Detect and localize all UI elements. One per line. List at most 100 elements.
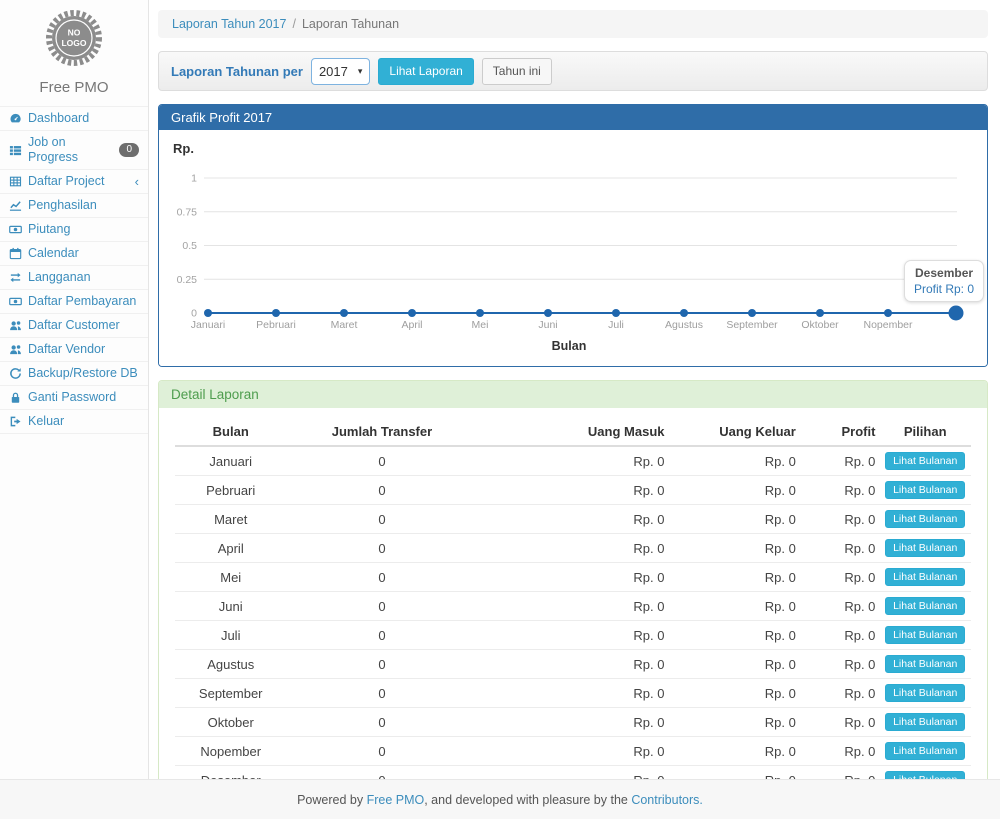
tooltip-month: Desember: [914, 266, 974, 280]
sidebar-item-daftar-pembayaran[interactable]: Daftar Pembayaran: [0, 290, 148, 314]
cell-bulan: Agustus: [175, 650, 286, 679]
chevron-down-icon: ▾: [358, 66, 363, 77]
year-select[interactable]: 2017 ▾: [311, 58, 370, 85]
logo: NO LOGO Free PMO: [0, 0, 148, 96]
this-year-button[interactable]: Tahun ini: [482, 58, 552, 85]
view-monthly-button[interactable]: Lihat Bulanan: [885, 626, 965, 644]
cell-uang-keluar: Rp. 0: [669, 679, 800, 708]
cell-uang-keluar: Rp. 0: [669, 737, 800, 766]
view-monthly-button[interactable]: Lihat Bulanan: [885, 539, 965, 557]
cell-uang-keluar: Rp. 0: [669, 534, 800, 563]
svg-text:0.25: 0.25: [177, 274, 198, 286]
cell-jumlah-transfer: 0: [286, 679, 477, 708]
sign-out-icon: [9, 415, 22, 428]
breadcrumb-link[interactable]: Laporan Tahun 2017: [172, 17, 286, 31]
cell-jumlah-transfer: 0: [286, 650, 477, 679]
cell-uang-keluar: Rp. 0: [669, 476, 800, 505]
main-content: Laporan Tahun 2017/Laporan Tahunan Lapor…: [150, 0, 1000, 819]
table-header-row: Bulan Jumlah Transfer Uang Masuk Uang Ke…: [175, 418, 971, 446]
dashboard-icon: [9, 112, 22, 125]
profit-chart-panel: Grafik Profit 2017 00.250.50.751JanuariP…: [158, 104, 988, 367]
brand-name: Free PMO: [0, 79, 148, 96]
sidebar-item-daftar-customer[interactable]: Daftar Customer: [0, 314, 148, 338]
view-monthly-button[interactable]: Lihat Bulanan: [885, 452, 965, 470]
sidebar-item-label: Dashboard: [28, 111, 89, 126]
filter-label: Laporan Tahunan per: [171, 64, 303, 79]
report-filter-bar: Laporan Tahunan per 2017 ▾ Lihat Laporan…: [158, 51, 988, 91]
sidebar-item-label: Calendar: [28, 246, 79, 261]
cell-uang-keluar: Rp. 0: [669, 708, 800, 737]
col-bulan: Bulan: [175, 418, 286, 446]
sidebar-item-backup-restore-db[interactable]: Backup/Restore DB: [0, 362, 148, 386]
table-row: Maret0Rp. 0Rp. 0Rp. 0Lihat Bulanan: [175, 505, 971, 534]
view-monthly-button[interactable]: Lihat Bulanan: [885, 568, 965, 586]
sidebar-item-label: Ganti Password: [28, 390, 116, 405]
breadcrumb: Laporan Tahun 2017/Laporan Tahunan: [158, 10, 988, 38]
sidebar-item-label: Keluar: [28, 414, 64, 429]
svg-text:Januari: Januari: [191, 319, 225, 331]
view-monthly-button[interactable]: Lihat Bulanan: [885, 510, 965, 528]
cell-uang-keluar: Rp. 0: [669, 621, 800, 650]
svg-text:1: 1: [191, 173, 197, 185]
view-monthly-button[interactable]: Lihat Bulanan: [885, 713, 965, 731]
view-report-button[interactable]: Lihat Laporan: [378, 58, 473, 85]
cell-jumlah-transfer: 0: [286, 534, 477, 563]
view-monthly-button[interactable]: Lihat Bulanan: [885, 742, 965, 760]
free-pmo-link[interactable]: Free PMO: [367, 793, 425, 807]
svg-text:Juni: Juni: [538, 319, 557, 331]
view-monthly-button[interactable]: Lihat Bulanan: [885, 655, 965, 673]
sidebar-item-ganti-password[interactable]: Ganti Password: [0, 386, 148, 410]
chart-line-icon: [9, 199, 22, 212]
col-uang-masuk: Uang Masuk: [477, 418, 668, 446]
list-icon: [9, 144, 22, 157]
money-icon: [9, 223, 22, 236]
contributors-link[interactable]: Contributors.: [631, 793, 703, 807]
cell-uang-masuk: Rp. 0: [477, 650, 668, 679]
profit-line-chart: 00.250.50.751JanuariPebruariMaretAprilMe…: [159, 130, 987, 366]
svg-text:Rp.: Rp.: [173, 141, 194, 156]
svg-text:Agustus: Agustus: [665, 319, 703, 331]
sidebar-item-label: Daftar Project: [28, 174, 104, 189]
cell-profit: Rp. 0: [800, 621, 880, 650]
cell-bulan: Nopember: [175, 737, 286, 766]
sidebar-item-label: Daftar Vendor: [28, 342, 105, 357]
cell-bulan: Mei: [175, 563, 286, 592]
cell-profit: Rp. 0: [800, 679, 880, 708]
cell-uang-masuk: Rp. 0: [477, 708, 668, 737]
sidebar-item-calendar[interactable]: Calendar: [0, 242, 148, 266]
breadcrumb-current: Laporan Tahunan: [302, 17, 399, 31]
sidebar-item-keluar[interactable]: Keluar: [0, 410, 148, 434]
sidebar-item-label: Penghasilan: [28, 198, 97, 213]
view-monthly-button[interactable]: Lihat Bulanan: [885, 481, 965, 499]
cell-uang-keluar: Rp. 0: [669, 446, 800, 476]
table-row: Juni0Rp. 0Rp. 0Rp. 0Lihat Bulanan: [175, 592, 971, 621]
lock-icon: [9, 391, 22, 404]
sidebar-item-job-on-progress[interactable]: Job on Progress0: [0, 131, 148, 170]
sidebar-item-langganan[interactable]: Langganan: [0, 266, 148, 290]
cell-uang-keluar: Rp. 0: [669, 650, 800, 679]
cell-bulan: Pebruari: [175, 476, 286, 505]
sidebar-item-label: Backup/Restore DB: [28, 366, 138, 381]
sidebar-item-dashboard[interactable]: Dashboard: [0, 107, 148, 131]
view-monthly-button[interactable]: Lihat Bulanan: [885, 597, 965, 615]
cell-jumlah-transfer: 0: [286, 737, 477, 766]
sidebar-menu: Dashboard Job on Progress0Daftar Project‹…: [0, 106, 148, 434]
cell-profit: Rp. 0: [800, 708, 880, 737]
svg-text:September: September: [726, 319, 778, 331]
cell-bulan: Oktober: [175, 708, 286, 737]
retweet-icon: [9, 271, 22, 284]
cell-uang-masuk: Rp. 0: [477, 592, 668, 621]
svg-text:Juli: Juli: [608, 319, 624, 331]
sidebar-item-piutang[interactable]: Piutang: [0, 218, 148, 242]
view-monthly-button[interactable]: Lihat Bulanan: [885, 684, 965, 702]
cell-profit: Rp. 0: [800, 563, 880, 592]
app-window: NO LOGO Free PMO Dashboard Job on Progres…: [0, 0, 1000, 819]
sidebar-item-daftar-project[interactable]: Daftar Project‹: [0, 170, 148, 194]
calendar-icon: [9, 247, 22, 260]
svg-text:April: April: [401, 319, 422, 331]
detail-panel-title: Detail Laporan: [159, 381, 987, 408]
sidebar-item-daftar-vendor[interactable]: Daftar Vendor: [0, 338, 148, 362]
table-row: September0Rp. 0Rp. 0Rp. 0Lihat Bulanan: [175, 679, 971, 708]
sidebar-item-penghasilan[interactable]: Penghasilan: [0, 194, 148, 218]
sidebar-item-label: Job on Progress: [28, 135, 113, 165]
